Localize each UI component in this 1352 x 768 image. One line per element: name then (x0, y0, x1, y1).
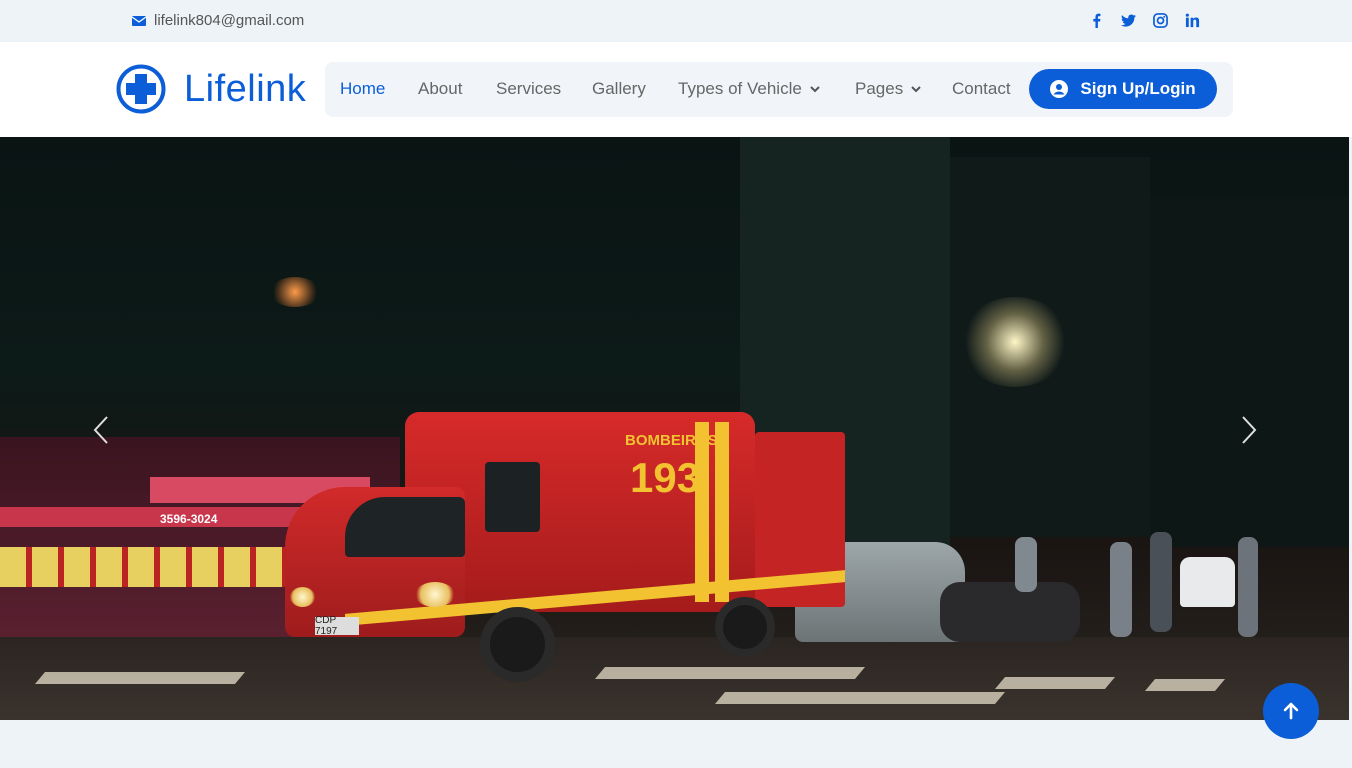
person (1015, 537, 1037, 592)
street-light (270, 277, 320, 307)
nav-gallery[interactable]: Gallery (592, 79, 646, 99)
instagram-icon[interactable] (1152, 10, 1168, 30)
person (1110, 542, 1132, 637)
ambulance-brand: BOMBEIROS (625, 432, 718, 449)
user-circle-icon (1050, 80, 1069, 98)
envelope-icon (132, 15, 146, 26)
street-light (960, 297, 1070, 387)
linkedin-icon[interactable] (1184, 10, 1200, 30)
person (1150, 532, 1172, 632)
scroll-to-top-button[interactable] (1263, 683, 1319, 739)
nav-types-of-vehicle[interactable]: Types of Vehicle (678, 79, 820, 99)
nav-contact[interactable]: Contact (952, 79, 1011, 99)
hero-slider: 3596-3024 BOMBEIROS 193 CDP 7197 (0, 137, 1349, 720)
main-nav: Home About Services Gallery Types of Veh… (325, 62, 1233, 117)
logo[interactable]: Lifelink (116, 61, 306, 117)
brand-name: Lifelink (184, 67, 307, 110)
person (1238, 537, 1258, 637)
facebook-icon[interactable] (1088, 10, 1104, 30)
nav-pages[interactable]: Pages (855, 79, 921, 99)
shop-phone: 3596-3024 (160, 512, 218, 526)
white-car (1180, 557, 1235, 607)
street (0, 637, 1349, 720)
slider-next-arrow[interactable] (1238, 415, 1258, 445)
ambulance-number: 193 (630, 454, 701, 501)
social-links (1088, 10, 1200, 30)
chevron-down-icon (911, 85, 921, 92)
slider-prev-arrow[interactable] (92, 415, 112, 445)
contact-email[interactable]: lifelink804@gmail.com (132, 12, 304, 29)
email-text: lifelink804@gmail.com (154, 12, 305, 29)
medical-cross-icon (116, 64, 166, 114)
motorcycle (940, 582, 1080, 642)
building (1150, 197, 1349, 547)
license-plate: CDP 7197 (315, 615, 359, 637)
sign-up-login-button[interactable]: Sign Up/Login (1029, 69, 1217, 109)
nav-about[interactable]: About (418, 79, 462, 99)
nav-services[interactable]: Services (496, 79, 561, 99)
ambulance: BOMBEIROS 193 CDP 7197 (285, 412, 845, 682)
twitter-icon[interactable] (1120, 10, 1136, 30)
chevron-down-icon (810, 85, 820, 92)
top-bar: lifelink804@gmail.com (0, 0, 1352, 42)
site-header: Lifelink Home About Services Gallery Typ… (0, 42, 1352, 137)
nav-home[interactable]: Home (340, 79, 385, 99)
arrow-up-icon (1283, 702, 1299, 720)
